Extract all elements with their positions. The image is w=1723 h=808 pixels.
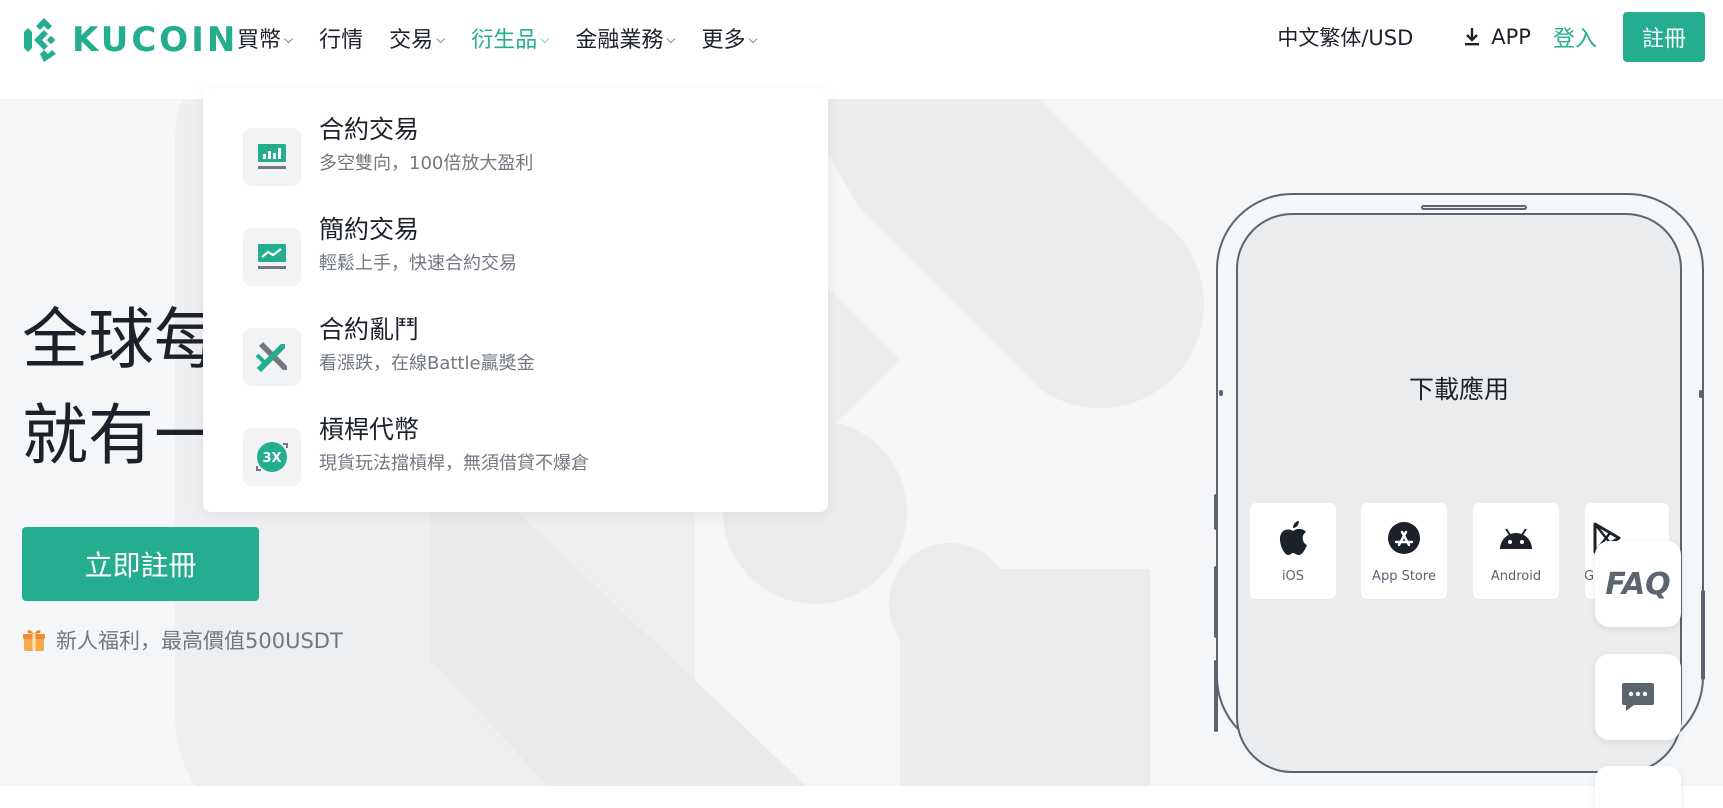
menu-item-title: 簡約交易 xyxy=(319,215,420,244)
top-header: KUCOIN 買幣 ⌵ 行情 交易 ⌵ 衍生品 ⌵ 金融業務 ⌵ 更多 ⌵ 中文繁体/US… xyxy=(0,0,1723,76)
menu-item-title: 合約交易 xyxy=(319,115,420,144)
menu-item-futures-brawl[interactable]: 合約亂鬥 看漲跌，在線Battle贏獎金 xyxy=(243,312,803,392)
nav-more[interactable]: 更多 ⌵ xyxy=(702,22,758,54)
menu-item-subtitle: 看漲跌，在線Battle贏獎金 xyxy=(319,353,535,374)
nav-markets[interactable]: 行情 xyxy=(319,22,363,54)
nav-derivatives[interactable]: 衍生品 ⌵ xyxy=(471,22,549,54)
menu-item-title: 合約亂鬥 xyxy=(319,315,420,344)
chat-bubble-icon xyxy=(1622,683,1654,711)
main-nav: 買幣 ⌵ 行情 交易 ⌵ 衍生品 ⌵ 金融業務 ⌵ 更多 ⌵ xyxy=(237,22,784,54)
header-actions: 中文繁体/USD APP 登入 註冊 xyxy=(1277,12,1705,62)
register-button[interactable]: 註冊 xyxy=(1623,12,1705,62)
kucoin-logo[interactable]: KUCOIN xyxy=(22,18,238,62)
chevron-down-icon: ⌵ xyxy=(284,31,294,46)
app-store-download-tile[interactable]: App Store xyxy=(1361,503,1447,599)
hero-title-line-1: 全球每 xyxy=(22,301,220,378)
phone-button xyxy=(1214,660,1218,732)
derivatives-dropdown-menu: 合約交易 多空雙向，100倍放大盈利 簡約交易 輕鬆上手，快速合約交易 合約亂鬥… xyxy=(203,88,828,512)
nav-trade[interactable]: 交易 ⌵ xyxy=(389,22,445,54)
crossed-swords-icon xyxy=(243,328,301,386)
menu-item-leveraged-tokens[interactable]: 3X 槓桿代幣 現貨玩法擋槓桿，無須借貸不爆倉 xyxy=(243,412,803,492)
faq-button[interactable]: FAQ xyxy=(1595,541,1681,627)
phone-button xyxy=(1699,390,1703,398)
phone-button xyxy=(1701,590,1705,680)
new-user-bonus[interactable]: 新人福利，最高價值500USDT xyxy=(22,625,343,655)
gift-icon xyxy=(23,630,45,651)
phone-button xyxy=(1219,390,1223,396)
register-now-button[interactable]: 立即註冊 xyxy=(22,527,259,601)
phone-button xyxy=(1214,566,1218,638)
chevron-down-icon: ⌵ xyxy=(436,31,446,46)
menu-item-subtitle: 輕鬆上手，快速合約交易 xyxy=(319,253,517,274)
menu-item-title: 槓桿代幣 xyxy=(319,415,420,444)
app-download-link[interactable]: APP xyxy=(1463,25,1531,49)
android-download-tile[interactable]: Android xyxy=(1473,503,1559,599)
extra-floating-button[interactable] xyxy=(1595,766,1681,808)
menu-item-lite-futures[interactable]: 簡約交易 輕鬆上手，快速合約交易 xyxy=(243,212,803,292)
menu-item-subtitle: 多空雙向，100倍放大盈利 xyxy=(319,153,534,174)
nav-finance[interactable]: 金融業務 ⌵ xyxy=(575,22,675,54)
menu-item-subtitle: 現貨玩法擋槓桿，無須借貸不爆倉 xyxy=(319,453,589,474)
ios-download-tile[interactable]: iOS xyxy=(1250,503,1336,599)
trend-line-icon xyxy=(243,228,301,286)
nav-buy-crypto[interactable]: 買幣 ⌵ xyxy=(237,22,293,54)
futures-chart-icon xyxy=(243,128,301,186)
hero-title-line-2: 就有一 xyxy=(22,397,220,474)
apple-icon xyxy=(1276,519,1310,557)
login-link[interactable]: 登入 xyxy=(1553,21,1597,53)
bonus-text: 新人福利，最高價值500USDT xyxy=(56,629,343,653)
phone-button xyxy=(1214,494,1218,530)
chat-support-button[interactable] xyxy=(1595,654,1681,740)
kucoin-logo-icon xyxy=(24,18,56,62)
svg-text:3X: 3X xyxy=(262,451,281,466)
android-icon xyxy=(1498,519,1534,557)
brand-name: KUCOIN xyxy=(72,20,239,60)
app-store-icon xyxy=(1387,519,1421,557)
language-currency-selector[interactable]: 中文繁体/USD xyxy=(1277,22,1413,52)
phone-speaker xyxy=(1421,205,1527,210)
chevron-down-icon: ⌵ xyxy=(540,31,550,46)
download-icon xyxy=(1465,28,1480,46)
chevron-down-icon: ⌵ xyxy=(748,31,758,46)
download-app-title: 下載應用 xyxy=(1408,375,1509,404)
leverage-3x-icon: 3X xyxy=(243,428,301,486)
menu-item-futures[interactable]: 合約交易 多空雙向，100倍放大盈利 xyxy=(243,112,803,192)
chevron-down-icon: ⌵ xyxy=(666,31,676,46)
